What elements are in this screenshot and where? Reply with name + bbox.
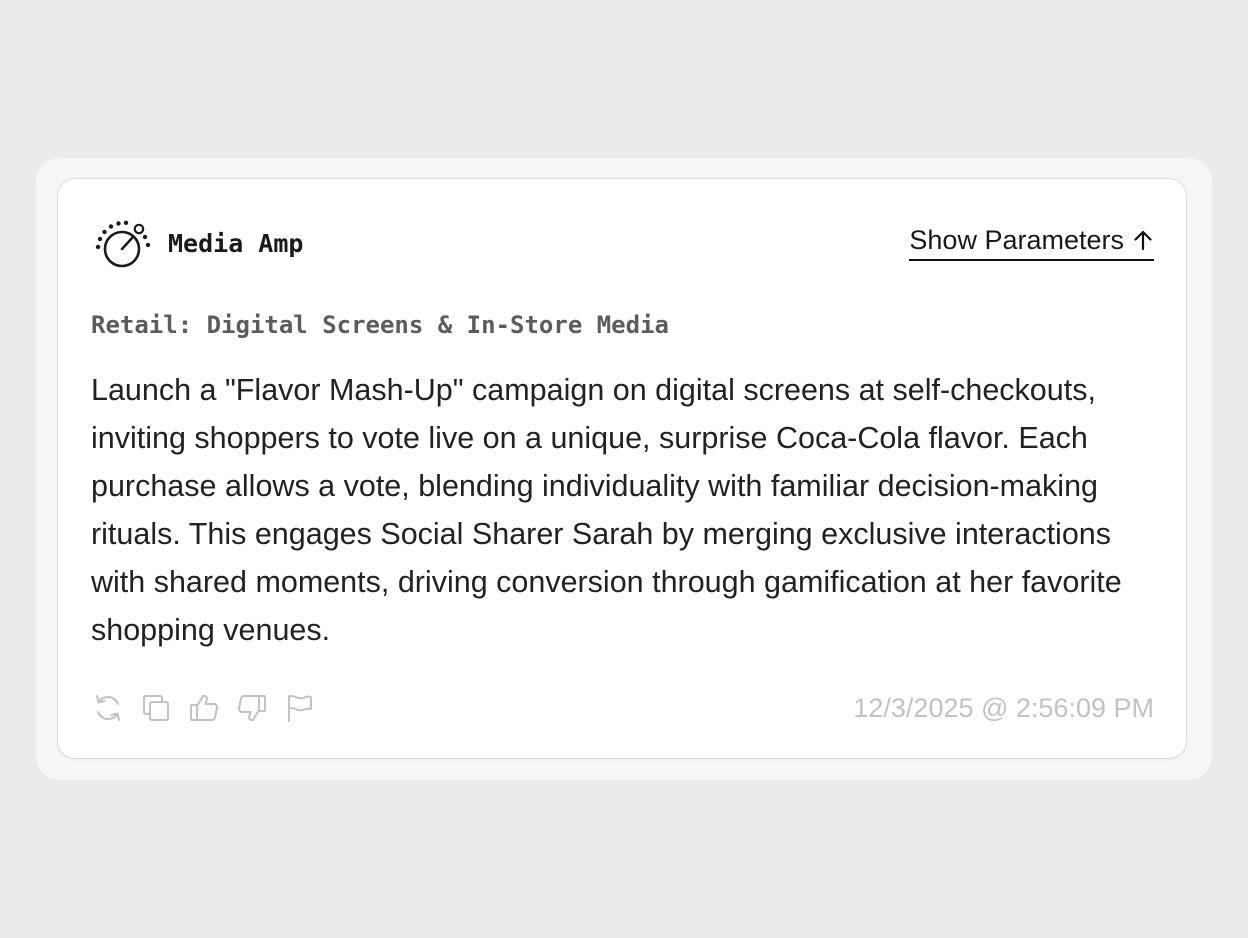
card-footer: 12/3/2025 @ 2:56:09 PM (90, 690, 1154, 726)
result-panel: Media Amp Show Parameters Retail: Digita… (36, 158, 1212, 780)
action-toolbar (90, 690, 330, 726)
card-header: Media Amp Show Parameters (94, 217, 1154, 269)
copy-icon (143, 695, 169, 721)
show-parameters-button[interactable]: Show Parameters (909, 221, 1154, 261)
regenerate-button[interactable] (90, 690, 126, 726)
flag-button[interactable] (282, 690, 318, 726)
campaign-description: Launch a "Flavor Mash-Up" campaign on di… (91, 373, 1122, 647)
result-card: Media Amp Show Parameters Retail: Digita… (57, 178, 1187, 759)
copy-button[interactable] (138, 690, 174, 726)
thumbs-down-icon (238, 695, 266, 722)
arrow-up-icon (1134, 230, 1152, 251)
brand-name: Media Amp (168, 228, 304, 258)
thumbs-up-icon (190, 694, 218, 721)
thumbs-up-button[interactable] (186, 690, 222, 726)
timestamp: 12/3/2025 @ 2:56:09 PM (853, 693, 1154, 723)
regenerate-icon (96, 695, 120, 721)
show-parameters-label: Show Parameters (909, 224, 1124, 255)
flag-icon (288, 695, 312, 722)
thumbs-down-button[interactable] (234, 690, 270, 726)
category-subtitle: Retail: Digital Screens & In-Store Media (91, 311, 669, 339)
dial-gauge-icon (95, 220, 151, 268)
brand: Media Amp (94, 217, 303, 269)
